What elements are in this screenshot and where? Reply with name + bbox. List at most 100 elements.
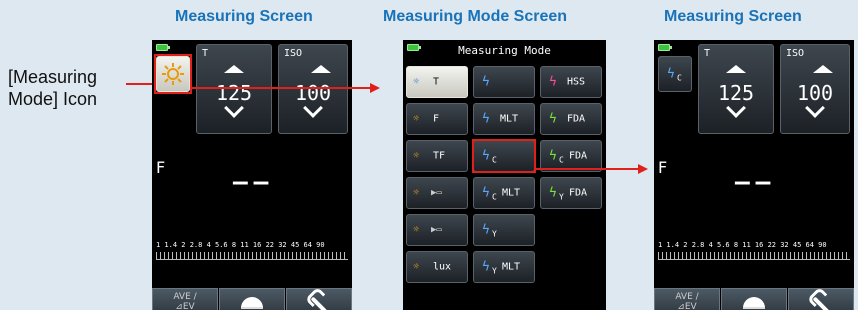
shutter-label: T — [704, 48, 711, 59]
measuring-mode-screen: Measuring Mode ☼ T ☼ F ☼ TF ☼ ▶▭ ☼ ▶▭ ☼ … — [403, 40, 606, 310]
flash-hss-icon: ϟ — [549, 74, 557, 90]
heading-middle: Measuring Mode Screen — [383, 8, 568, 25]
mode-flash-cord-mlt[interactable]: ϟ C MLT — [473, 177, 535, 209]
flash-fda-icon: ϟ — [549, 111, 557, 127]
annotation-line2: Mode] Icon — [8, 89, 98, 109]
mode-label: FDA — [569, 187, 588, 199]
hd-video-icon: ▶▭ — [431, 188, 442, 198]
sun-icon: ☼ — [413, 187, 420, 199]
mode-flash-radio[interactable]: ϟ Y — [473, 214, 535, 246]
mode-ambient-lux[interactable]: ☼ lux — [406, 251, 468, 283]
measuring-screen-right: ϟ C T 125 ISO 100 F –– 1 1.4 2 2.8 4 5.6… — [654, 40, 854, 310]
mode-label: TF — [433, 150, 446, 162]
battery-icon — [658, 44, 672, 51]
shutter-up-arrow-icon[interactable] — [726, 65, 746, 73]
annotation-line1: [Measuring — [8, 67, 98, 87]
ev-label: ⊿EV — [175, 302, 195, 310]
cord-subscript: C — [492, 192, 497, 202]
flash-icon: ϟ — [482, 74, 490, 90]
radio-subscript: Y — [559, 192, 564, 202]
aperture-reading: –– — [734, 165, 776, 198]
battery-icon — [156, 44, 170, 51]
mode-flash-radio-mlt[interactable]: ϟ Y MLT — [473, 251, 535, 283]
mode-label: F — [433, 113, 440, 125]
ave-ev-button[interactable]: AVE / ⊿EV — [152, 288, 218, 310]
shutter-speed-control[interactable]: T 125 — [196, 44, 272, 134]
mode-fda-radio[interactable]: ϟ Y FDA — [540, 177, 602, 209]
iso-control[interactable]: ISO 100 — [780, 44, 850, 134]
f-label: F — [156, 158, 166, 177]
sun-icon: ☼ — [413, 113, 420, 125]
arrow-to-measuring-screen-line — [536, 168, 640, 170]
memory-button[interactable] — [219, 288, 285, 310]
flash-icon: ϟ — [482, 111, 490, 127]
aperture-scale-ticks — [156, 252, 348, 260]
iso-up-arrow-icon[interactable] — [311, 65, 332, 73]
wrench-icon — [812, 296, 830, 310]
shutter-speed-control[interactable]: T 125 — [698, 44, 774, 134]
ave-label: AVE / — [675, 292, 699, 302]
sun-icon: ☼ — [413, 150, 420, 162]
mode-label: FDA — [567, 113, 586, 125]
iso-control[interactable]: ISO 100 — [278, 44, 348, 134]
cord-subscript: C — [677, 73, 682, 83]
aperture-scale-ticks — [658, 252, 850, 260]
flash-fda-icon: ϟ — [549, 185, 557, 201]
f-label: F — [658, 158, 668, 177]
mode-ambient-tf[interactable]: ☼ TF — [406, 140, 468, 172]
mode-label: MLT — [502, 261, 521, 273]
dome-icon — [743, 297, 765, 309]
measuring-mode-icon-annotation: [Measuring Mode] Icon — [8, 66, 97, 110]
wrench-icon — [310, 296, 328, 310]
cine-icon: ▶▭ — [431, 225, 442, 235]
flash-fda-icon: ϟ — [549, 148, 557, 164]
iso-up-arrow-icon[interactable] — [813, 65, 834, 73]
mode-label: T — [433, 76, 440, 88]
mode-label: MLT — [502, 187, 521, 199]
settings-button[interactable] — [286, 288, 352, 310]
mode-ambient-hd-video[interactable]: ☼ ▶▭ — [406, 177, 468, 209]
iso-label: ISO — [786, 48, 805, 59]
mode-flash[interactable]: ϟ — [473, 66, 535, 98]
ave-ev-button[interactable]: AVE / ⊿EV — [654, 288, 720, 310]
radio-subscript: Y — [492, 266, 497, 276]
measuring-screen-left: T 125 ISO 100 F –– 1 1.4 2 2.8 4 5.6 8 1… — [152, 40, 352, 310]
cord-subscript: C — [559, 155, 564, 165]
measuring-mode-button[interactable]: ϟ C — [658, 56, 692, 92]
dome-icon — [241, 297, 263, 309]
shutter-label: T — [202, 48, 209, 59]
heading-right: Measuring Screen — [664, 8, 802, 25]
shutter-up-arrow-icon[interactable] — [224, 65, 244, 73]
mode-ambient-f[interactable]: ☼ F — [406, 103, 468, 135]
mode-icon-highlight — [154, 54, 192, 94]
mode-label: MLT — [500, 113, 519, 125]
aperture-scale-labels: 1 1.4 2 2.8 4 5.6 8 11 16 22 32 45 64 90 — [156, 241, 325, 249]
arrow-to-mode-screen-head — [370, 83, 380, 93]
mode-hss[interactable]: ϟ HSS — [540, 66, 602, 98]
iso-label: ISO — [284, 48, 303, 59]
flash-radio-icon: ϟ — [482, 222, 490, 238]
mode-label: HSS — [567, 76, 586, 88]
ev-label: ⊿EV — [677, 302, 697, 310]
arrow-to-measuring-screen-head — [638, 164, 648, 174]
aperture-scale-labels: 1 1.4 2 2.8 4 5.6 8 11 16 22 32 45 64 90 — [658, 241, 827, 249]
mode-label: FDA — [569, 150, 588, 162]
selected-mode-highlight — [472, 139, 536, 173]
mode-ambient-cine[interactable]: ☼ ▶▭ — [406, 214, 468, 246]
sun-icon: ☼ — [413, 261, 420, 273]
mode-ambient-t[interactable]: ☼ T — [406, 66, 468, 98]
aperture-reading: –– — [232, 165, 274, 198]
mode-fda[interactable]: ϟ FDA — [540, 103, 602, 135]
flash-cord-icon: ϟ — [482, 185, 490, 201]
mode-flash-mlt[interactable]: ϟ MLT — [473, 103, 535, 135]
memory-button[interactable] — [721, 288, 787, 310]
arrow-to-mode-screen-line — [192, 87, 372, 89]
flash-radio-icon: ϟ — [482, 259, 490, 275]
mode-label: lux — [433, 261, 452, 273]
sun-icon: ☼ — [413, 76, 420, 88]
mode-screen-title: Measuring Mode — [458, 44, 551, 57]
radio-subscript: Y — [492, 229, 497, 239]
sun-icon: ☼ — [413, 224, 420, 236]
settings-button[interactable] — [788, 288, 854, 310]
ave-label: AVE / — [173, 292, 197, 302]
